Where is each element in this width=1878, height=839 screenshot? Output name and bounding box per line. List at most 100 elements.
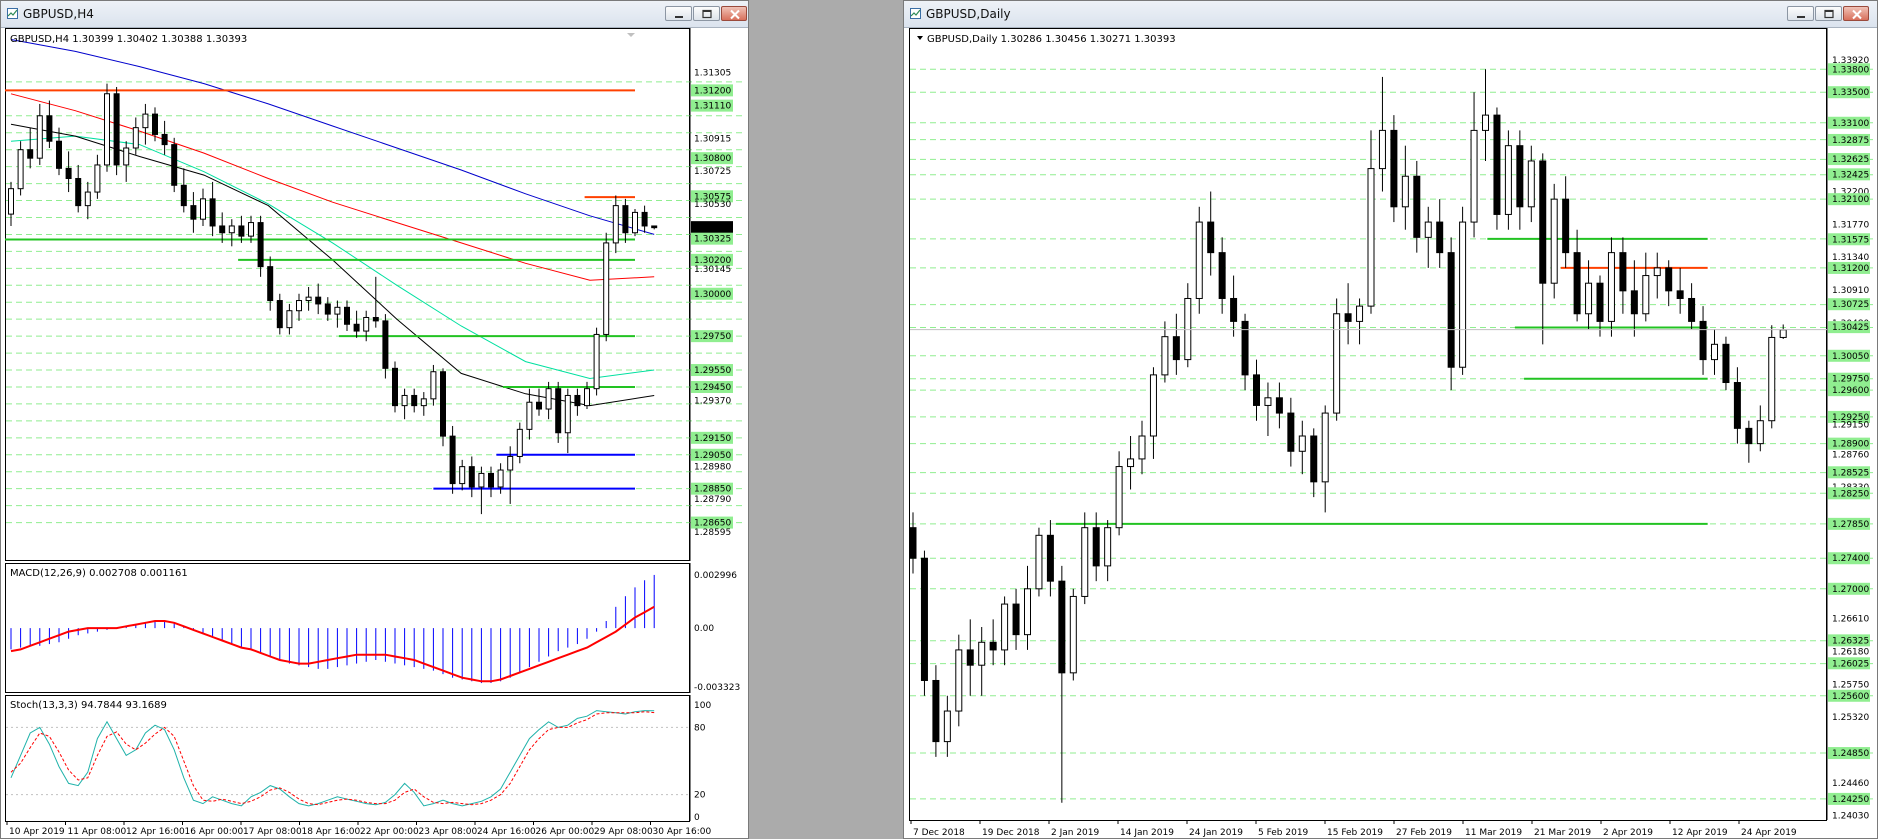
bear-candle-body (1722, 343, 1730, 384)
time-tick-label: 19 Dec 2018 (982, 828, 1040, 838)
candle (1390, 115, 1398, 223)
time-tick-label: 5 Feb 2019 (1258, 828, 1309, 838)
price-tick-label: 1.30910 (1832, 286, 1869, 296)
price-tick-label: 1.32625 (1832, 155, 1869, 165)
time-tick-label: 12 Apr 2019 (1672, 828, 1728, 838)
bull-candle-body (478, 472, 485, 488)
time-tick-label: 11 Mar 2019 (1465, 828, 1522, 838)
price-tick-label: 1.27400 (1832, 554, 1869, 564)
bull-candle-body (1356, 305, 1364, 322)
bull-candle-body (1367, 168, 1375, 307)
bear-candle-body (411, 394, 418, 407)
price-tick-label: 1.30915 (694, 135, 731, 145)
bear-candle-body (1596, 282, 1604, 322)
price-tick-label: 1.30050 (1832, 352, 1869, 362)
bear-candle-body (65, 167, 72, 180)
bull-candle-body (1001, 603, 1009, 651)
bear-candle-body (392, 367, 398, 407)
price-tick-label: 1.30145 (694, 265, 731, 275)
bull-candle-body (1024, 588, 1031, 636)
h4-window-titlebar[interactable]: GBPUSD,H4 (1, 1, 748, 28)
price-tick-label: 1.27000 (1832, 585, 1869, 595)
bull-candle-body (612, 205, 619, 244)
price-tick-label: 1.29600 (1832, 386, 1869, 396)
bull-candle-body (334, 306, 341, 315)
bull-candle-body (1161, 336, 1169, 376)
bear-candle-body (1172, 336, 1180, 361)
macd-label: MACD(12,26,9) 0.002708 0.001161 (10, 568, 188, 579)
daily-price-chart: 1.339201.338001.335001.331001.328751.326… (909, 28, 1873, 838)
plot-frame (5, 695, 690, 822)
bull-candle-body (1127, 458, 1135, 468)
close-button[interactable] (1843, 6, 1869, 21)
price-tick-label: 1.26180 (1832, 647, 1869, 657)
bull-candle-body (420, 398, 427, 407)
minimize-button[interactable] (665, 6, 692, 21)
bear-candle-body (1676, 290, 1684, 299)
bear-candle-body (209, 198, 216, 227)
price-tick-label: 1.28760 (1832, 450, 1869, 460)
price-tick-label: 1.33500 (1832, 88, 1869, 98)
h4-chart-window[interactable]: GBPUSD,H4 1.31305 1.31200 1.31110 1.30915 1.… (0, 0, 749, 839)
bear-candle-body (1310, 435, 1318, 483)
bull-candle-body (1115, 466, 1123, 529)
stoch-pane[interactable]: 100 80 20 0 10 Apr 2019 11 Apr 08:00 12 Apr 16… (5, 695, 746, 837)
bull-candle-body (1298, 435, 1306, 452)
maximize-button[interactable] (1815, 6, 1842, 21)
bull-candle-body (1550, 198, 1558, 284)
macd-chart: 0.002996 0.00 -0.003323 (5, 563, 740, 693)
price-tick-label: 1.28525 (1832, 468, 1869, 478)
close-icon (730, 9, 740, 20)
bull-candle-body (228, 225, 235, 234)
macd-axis-label: 0.00 (694, 624, 714, 634)
macd-pane[interactable]: 0.002996 0.00 -0.003323 MACD(12,26,9) 0.00… (5, 563, 746, 693)
stoch-axis-label: 20 (694, 791, 706, 801)
price-tick-label: 1.32875 (1832, 136, 1869, 146)
price-tick-label: 1.24250 (1832, 795, 1869, 805)
bear-candle-body (276, 300, 283, 329)
bull-candle-body (1069, 595, 1077, 674)
bull-candle-body (1081, 527, 1089, 597)
bear-candle-body (1092, 527, 1100, 567)
bull-candle-body (632, 211, 638, 234)
bear-candle-body (1573, 252, 1581, 315)
time-tick-label: 27 Feb 2019 (1396, 828, 1452, 838)
bull-candle-body (526, 401, 533, 430)
price-tick-label: 1.31305 (694, 69, 731, 79)
bull-candle-body (1607, 252, 1615, 322)
price-tick-label: 1.25320 (1832, 713, 1869, 723)
bull-candle-body (1104, 527, 1112, 567)
time-tick-label: 29 Apr 08:00 (594, 827, 653, 837)
bull-candle-body (1653, 267, 1661, 277)
bull-candle-body (943, 710, 951, 743)
bull-candle-body (1459, 221, 1467, 368)
maximize-icon (702, 9, 712, 19)
daily-price-pane[interactable]: 1.33920 1.33800 1.33500 1.33100 1.32875 1.326… (909, 28, 1875, 838)
stoch-axis-label: 100 (694, 701, 711, 711)
price-tick-label: 1.28900 (1832, 440, 1869, 450)
h4-window-title: GBPUSD,H4 (23, 7, 94, 21)
bear-candle-body (113, 93, 120, 166)
candle (1035, 527, 1043, 597)
bear-candle-body (1230, 297, 1238, 322)
price-tick-label: 1.28850 (694, 485, 731, 495)
bear-candle-body (180, 184, 187, 207)
candle (1333, 298, 1341, 421)
time-tick-label: 10 Apr 2019 (9, 827, 65, 837)
maximize-button[interactable] (693, 6, 720, 21)
price-tick-label: 1.32425 (1832, 170, 1869, 180)
bull-candle-body (584, 388, 590, 407)
price-tick-label: 1.31770 (1832, 220, 1869, 230)
close-button[interactable] (721, 6, 747, 21)
stochastic-chart: 100 80 20 0 10 Apr 2019 11 Apr 08:00 12 Apr 16… (5, 695, 711, 837)
price-tick-label: 1.26025 (1832, 659, 1869, 669)
bear-candle-body (372, 316, 379, 322)
h4-price-pane[interactable]: 1.31305 1.31200 1.31110 1.30915 1.30800 1.307… (5, 28, 746, 561)
bull-candle-body (84, 191, 91, 207)
minimize-button[interactable] (1787, 6, 1814, 21)
candle (113, 86, 120, 176)
daily-chart-window[interactable]: GBPUSD,Daily 1.33920 1.33800 1.33500 1.3310… (903, 0, 1878, 839)
daily-window-titlebar[interactable]: GBPUSD,Daily (904, 1, 1877, 28)
bear-candle-body (966, 649, 974, 666)
time-tick-label: 24 Apr 2019 (1741, 828, 1797, 838)
